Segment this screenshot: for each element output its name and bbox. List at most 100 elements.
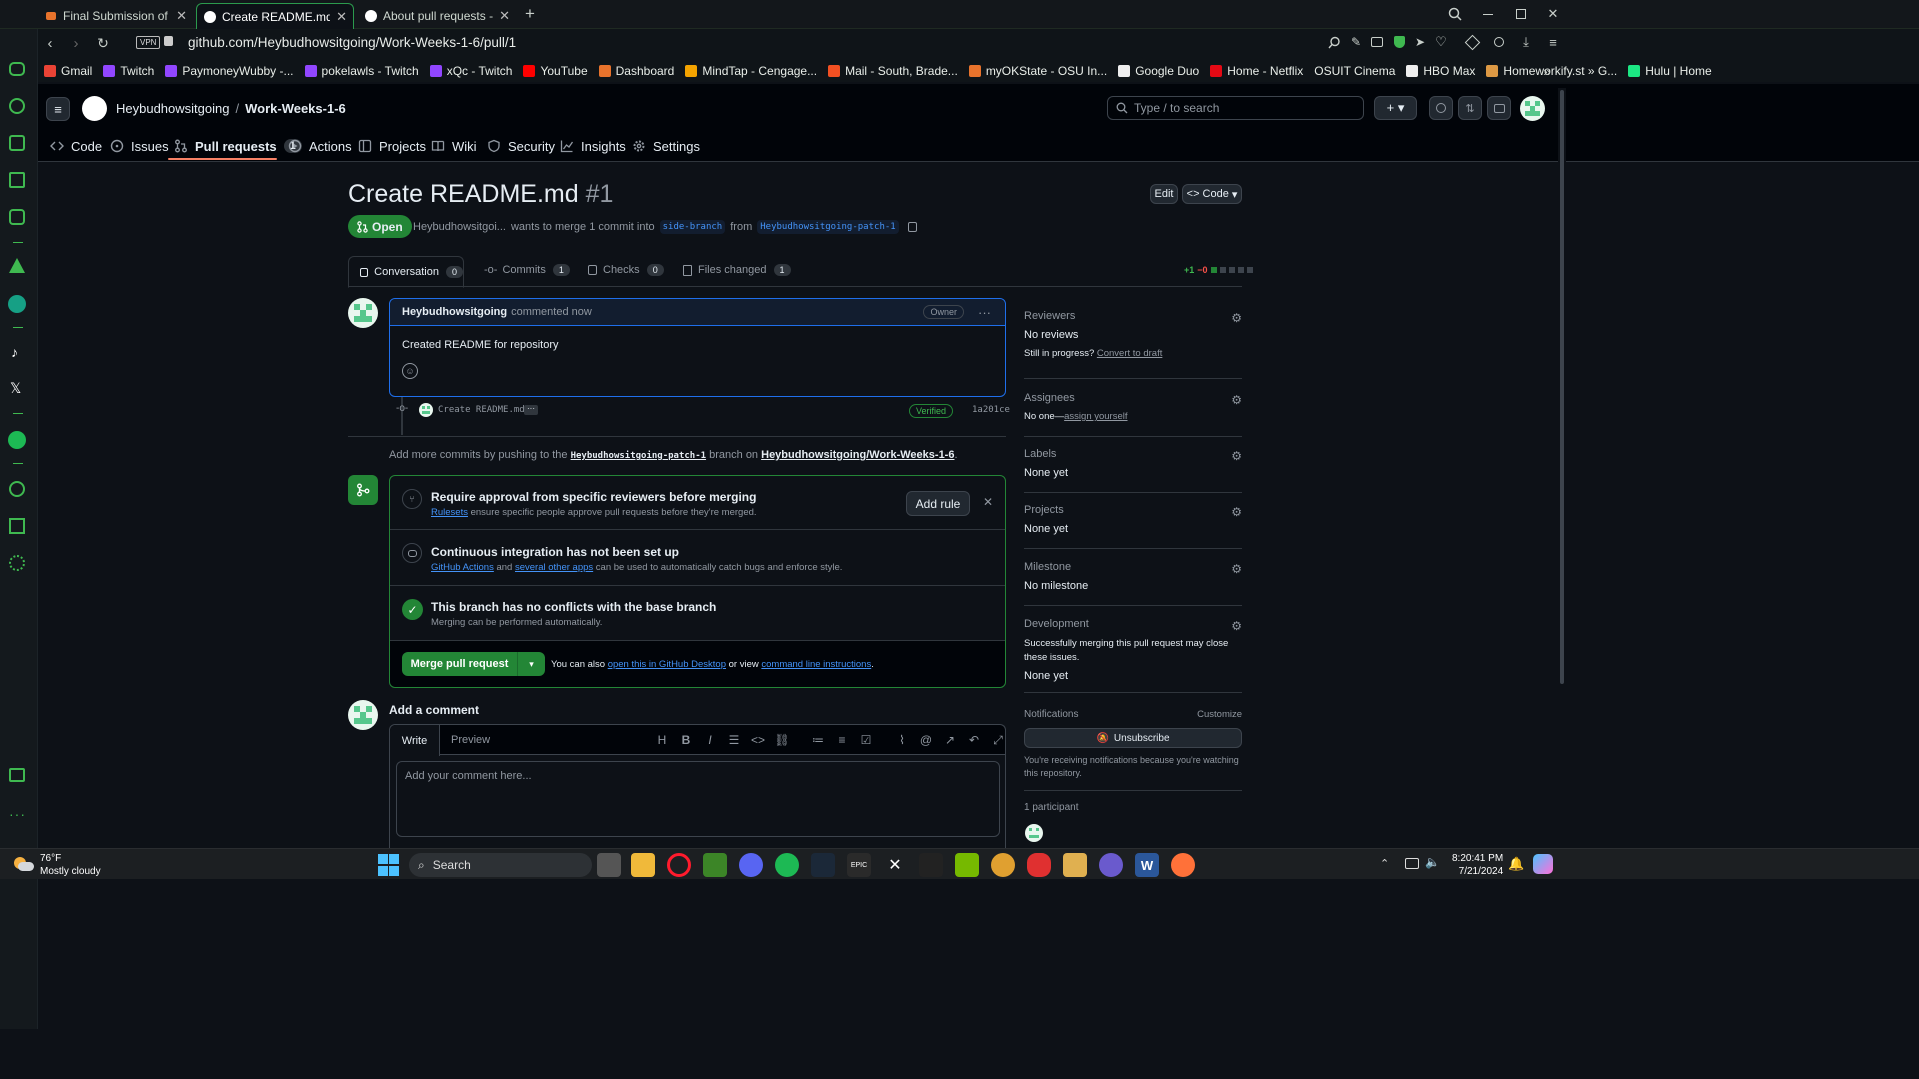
menu-icon[interactable]: ≡ (1544, 33, 1562, 51)
history-icon[interactable] (9, 481, 25, 497)
assign-yourself-link[interactable]: assign yourself (1064, 411, 1127, 422)
nvidia-icon[interactable] (955, 853, 979, 877)
tab-issues[interactable]: Issues (110, 136, 169, 156)
close-tab-icon[interactable]: ✕ (176, 8, 187, 24)
fullscreen-icon[interactable]: ⤢ (986, 730, 1010, 750)
bookmark-item[interactable]: Dashboard (598, 64, 674, 78)
heading-icon[interactable]: H (650, 730, 674, 750)
close-tab-icon[interactable]: ✕ (336, 9, 347, 25)
pr-author-link[interactable]: Heybudhowsitgoi... (413, 221, 506, 233)
tab-commits[interactable]: -o- Commits 1 (484, 264, 570, 276)
reference-icon[interactable]: ↗ (938, 730, 962, 750)
tab-search-icon[interactable] (1445, 4, 1465, 24)
attach-icon[interactable]: ⌇ (890, 730, 914, 750)
bookmark-item[interactable]: Mail - South, Brade... (828, 64, 958, 78)
bullet-list-icon[interactable]: ≡ (830, 730, 854, 750)
assignees-gear-icon[interactable]: ⚙ (1231, 393, 1242, 407)
volume-icon[interactable]: 🔈 (1425, 855, 1440, 869)
profile-icon[interactable] (1490, 33, 1508, 51)
weather-widget[interactable]: 76°F Mostly cloudy (40, 852, 101, 878)
commit-message[interactable]: Create README.md (438, 405, 525, 415)
epic-games-icon[interactable]: EPIC (847, 853, 871, 877)
dismiss-close-icon[interactable]: ✕ (983, 495, 993, 509)
comment-author[interactable]: Heybudhowsitgoing (402, 306, 507, 318)
download-icon[interactable]: ⤓ (1517, 33, 1535, 51)
github-desktop-link[interactable]: open this in GitHub Desktop (608, 659, 726, 670)
task-list-icon[interactable]: ☑ (854, 730, 878, 750)
clock[interactable]: 8:20:41 PM 7/21/2024 (1452, 852, 1503, 878)
browser-tab[interactable]: Final Submission of Project ✕ (38, 3, 193, 29)
bookmark-item[interactable]: MindTap - Cengage... (685, 64, 817, 78)
bookmark-item[interactable]: OSUIT Cinema (1314, 64, 1395, 78)
discord-icon[interactable] (739, 853, 763, 877)
labels-heading[interactable]: Labels (1024, 448, 1242, 460)
bookmark-item[interactable]: xQc - Twitch (429, 64, 512, 78)
spotify-icon[interactable] (775, 853, 799, 877)
tab-insights[interactable]: Insights (560, 136, 626, 156)
bookmark-item[interactable]: Home - Netflix (1210, 64, 1303, 78)
bookmark-item[interactable]: Hulu | Home (1628, 64, 1712, 78)
word-icon[interactable]: W (1135, 853, 1159, 877)
app-icon[interactable] (1063, 853, 1087, 877)
base-branch-label[interactable]: side-branch (659, 220, 726, 234)
minimize-icon[interactable] (1478, 4, 1498, 24)
settings-gear-icon[interactable] (9, 555, 25, 571)
vpn-badge[interactable]: VPN (136, 36, 161, 49)
code-dropdown-button[interactable]: <> Code ▾ (1182, 184, 1242, 204)
snapshot-icon[interactable] (1368, 33, 1386, 51)
chatgpt-icon[interactable] (8, 295, 26, 313)
tiktok-icon[interactable]: ♪ (11, 344, 18, 360)
app-icon[interactable] (991, 853, 1015, 877)
minecraft-icon[interactable] (703, 853, 727, 877)
verified-badge[interactable]: Verified (909, 404, 954, 418)
repo-owner-link[interactable]: Heybudhowsitgoing (116, 101, 229, 116)
expand-commit-icon[interactable]: ··· (524, 405, 538, 415)
bookmark-item[interactable]: myOKState - OSU In... (968, 64, 1107, 78)
commit-author-avatar[interactable] (419, 403, 433, 417)
edit-icon[interactable]: ✎ (1347, 33, 1365, 51)
spotify-icon[interactable] (8, 431, 26, 449)
new-tab-icon[interactable]: + (520, 4, 540, 24)
copilot-icon[interactable] (1533, 854, 1553, 874)
more-bookmarks-icon[interactable]: » (1538, 62, 1556, 80)
bookmark-item[interactable]: HBO Max (1406, 64, 1475, 78)
create-new-button[interactable]: + ▾ (1374, 96, 1417, 120)
search-input[interactable]: Type / to search (1107, 96, 1364, 120)
quote-icon[interactable]: ☰ (722, 730, 746, 750)
page-scrollbar[interactable] (1558, 88, 1566, 848)
weather-cloud-icon[interactable] (12, 855, 34, 873)
opera-gx-icon[interactable] (667, 853, 691, 877)
task-view-icon[interactable] (597, 853, 621, 877)
x-twitter-icon[interactable]: 𝕏 (10, 381, 21, 397)
taskbar-search-box[interactable]: ⌕ Search (409, 853, 592, 877)
push-repo-link[interactable]: Heybudhowsitgoing/Work-Weeks-1-6 (761, 449, 954, 461)
tab-pull-requests[interactable]: Pull requests 1 (174, 136, 302, 156)
capcut-icon[interactable]: ✕ (883, 853, 907, 877)
head-branch-label[interactable]: Heybudhowsitgoing-patch-1 (757, 220, 899, 234)
cube-icon[interactable] (1463, 33, 1481, 51)
assignees-heading[interactable]: Assignees (1024, 392, 1242, 404)
customize-link[interactable]: Customize (1197, 709, 1242, 720)
milestone-gear-icon[interactable]: ⚙ (1231, 562, 1242, 576)
shopping-bag-icon[interactable] (9, 135, 25, 151)
restore-icon[interactable] (1511, 4, 1531, 24)
pull-requests-icon[interactable]: ⇅ (1458, 96, 1482, 120)
edit-title-button[interactable]: Edit (1150, 184, 1178, 204)
notification-bell-icon[interactable]: 🔔 (1508, 856, 1524, 872)
app-icon[interactable] (1099, 853, 1123, 877)
tab-security[interactable]: Security (487, 136, 555, 156)
tab-code[interactable]: Code (50, 136, 102, 156)
bookmark-item[interactable]: YouTube (523, 64, 588, 78)
gx-controls-icon[interactable] (9, 62, 25, 76)
other-apps-link[interactable]: several other apps (515, 562, 593, 573)
add-rule-button[interactable]: Add rule (906, 491, 970, 516)
close-tab-icon[interactable]: ✕ (499, 8, 510, 24)
push-branch-link[interactable]: Heybudhowsitgoing-patch-1 (571, 451, 706, 461)
back-icon[interactable]: ‹ (40, 33, 60, 53)
gx-corner-icon[interactable] (9, 209, 25, 225)
extensions-cube-icon[interactable] (9, 518, 25, 534)
undo-icon[interactable]: ↶ (962, 730, 986, 750)
browser-tab[interactable]: About pull requests - GitHu ✕ (358, 3, 516, 29)
repo-name-link[interactable]: Work-Weeks-1-6 (245, 101, 346, 116)
labels-gear-icon[interactable]: ⚙ (1231, 449, 1242, 463)
